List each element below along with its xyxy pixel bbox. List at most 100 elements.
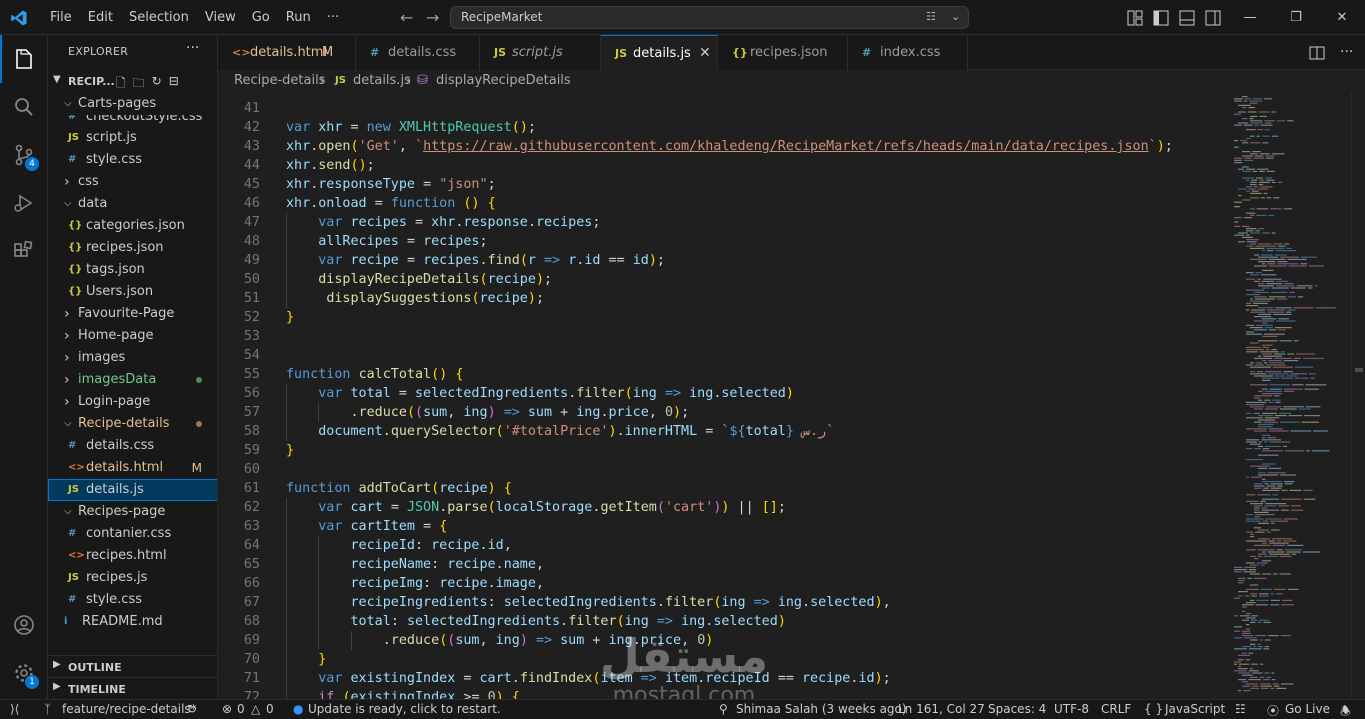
close-tab-icon[interactable]: ✕ <box>699 36 711 71</box>
tree-file[interactable]: # details.css <box>48 435 217 457</box>
code-line[interactable]: 50 displayRecipeDetails(recipe); <box>218 270 1228 289</box>
minimize-button[interactable]: — <box>1227 0 1273 35</box>
tab-recipes-json[interactable]: {} recipes.json <box>718 35 848 70</box>
tree-file[interactable]: {} tags.json <box>48 259 217 281</box>
toggle-panel-icon[interactable] <box>1179 10 1195 26</box>
menu-item-go[interactable]: Go <box>244 0 278 35</box>
tab-details-js[interactable]: JS details.js ✕ <box>601 35 718 71</box>
tab-details-css[interactable]: # details.css <box>356 35 480 70</box>
tree-folder[interactable]: ⌵ Carts-pages <box>48 93 217 115</box>
run-debug-icon[interactable] <box>0 179 48 227</box>
code-line[interactable]: 58 document.querySelector('#totalPrice')… <box>218 422 1228 441</box>
back-arrow-icon[interactable]: ← <box>400 0 413 35</box>
source-control-icon[interactable]: 4 <box>0 131 48 179</box>
split-editor-icon[interactable] <box>1309 45 1325 61</box>
manage-gear-icon[interactable]: 1 <box>0 649 48 697</box>
menu-item-selection[interactable]: Selection <box>121 0 197 35</box>
tree-file[interactable]: i README.md <box>48 611 217 633</box>
extensions-icon[interactable] <box>0 227 48 275</box>
copilot-icon[interactable]: ☷ <box>926 10 936 23</box>
code-line[interactable]: 43 xhr.open('Get', `https://raw.githubuse… <box>218 137 1228 156</box>
tree-folder[interactable]: › Favourite-Page <box>48 303 217 325</box>
menu-item-file[interactable]: File <box>42 0 80 35</box>
more-actions-icon[interactable]: ··· <box>186 40 199 56</box>
code-line[interactable]: 45 xhr.responseType = "json"; <box>218 175 1228 194</box>
code-line[interactable]: 61 function addToCart(recipe) { <box>218 479 1228 498</box>
tree-folder[interactable]: › css <box>48 171 217 193</box>
code-line[interactable]: 41 <box>218 99 1228 118</box>
code-line[interactable]: 52} <box>218 308 1228 327</box>
update-message[interactable]: Update is ready, click to restart. <box>308 702 501 716</box>
refresh-icon[interactable]: ↻ <box>152 74 162 95</box>
tree-file[interactable]: JS script.js <box>48 127 217 149</box>
tree-file[interactable]: # contanier.css <box>48 523 217 545</box>
close-window-button[interactable]: ✕ <box>1319 0 1365 35</box>
timeline-section[interactable]: ▶ TIMELINE <box>48 677 217 699</box>
notifications-bell-icon[interactable]: 🕭 <box>1340 702 1351 719</box>
toggle-sidebar-icon[interactable] <box>1153 10 1169 26</box>
tree-file[interactable]: # style.css <box>48 149 217 171</box>
workspace-section-header[interactable]: ▼ RECIP... 🗋 🗀 ↻ ⊟ <box>48 71 217 95</box>
new-folder-icon[interactable]: 🗀 <box>133 74 145 95</box>
menu-item-view[interactable]: View <box>197 0 244 35</box>
code-line[interactable]: 44 xhr.send(); <box>218 156 1228 175</box>
code-line[interactable]: 49 var recipe = recipes.find(r => r.id =… <box>218 251 1228 270</box>
new-file-icon[interactable]: 🗋 <box>116 74 126 95</box>
sync-icon[interactable]: ↻ <box>187 702 197 716</box>
tree-folder[interactable]: ⌵ Recipes-page <box>48 501 217 523</box>
code-line[interactable]: 57 .reduce((sum, ing) => sum + ing.price… <box>218 403 1228 422</box>
warning-count[interactable]: 0 <box>266 702 274 716</box>
forward-arrow-icon[interactable]: → <box>426 0 439 35</box>
code-line[interactable]: 53 <box>218 327 1228 346</box>
breadcrumb-file[interactable]: details.js <box>353 73 411 88</box>
tree-file[interactable]: JS details.js <box>48 479 217 501</box>
code-line[interactable]: 60 <box>218 460 1228 479</box>
remote-icon[interactable]: ⟩⟨ <box>10 702 19 716</box>
tab-index-css[interactable]: # index.css <box>848 35 968 70</box>
menu-item-run[interactable]: Run <box>278 0 319 35</box>
vertical-scrollbar[interactable] <box>1351 92 1365 699</box>
code-line[interactable]: 54 <box>218 346 1228 365</box>
accounts-icon[interactable] <box>0 601 48 649</box>
tree-folder[interactable]: ⌵ Recipe-details <box>48 413 217 435</box>
menu-item-edit[interactable]: Edit <box>80 0 121 35</box>
tab-script-js[interactable]: JS script.js <box>480 35 601 70</box>
scrollbar-thumb[interactable] <box>1355 368 1363 372</box>
breadcrumb-symbol[interactable]: displayRecipeDetails <box>436 73 571 88</box>
code-line[interactable]: 55 function calcTotal() { <box>218 365 1228 384</box>
code-line[interactable]: 47 var recipes = xhr.response.recipes; <box>218 213 1228 232</box>
tree-file[interactable]: {} Users.json <box>48 281 217 303</box>
tree-file[interactable]: <> recipes.html <box>48 545 217 567</box>
cursor-position[interactable]: Ln 161, Col 27 <box>898 702 985 716</box>
code-editor[interactable]: 41 42 var xhr = new XMLHttpRequest(); 43 xhr… <box>218 92 1365 699</box>
tree-file[interactable]: {} recipes.json <box>48 237 217 259</box>
code-line[interactable]: 65 recipeName: recipe.name, <box>218 555 1228 574</box>
tree-folder[interactable]: › images <box>48 347 217 369</box>
more-actions-icon[interactable]: ··· <box>1340 35 1353 70</box>
explorer-icon[interactable] <box>0 35 48 83</box>
minimap[interactable] <box>1228 92 1350 699</box>
copilot-icon[interactable]: ☷ <box>1235 702 1246 716</box>
code-line[interactable]: 42 var xhr = new XMLHttpRequest(); <box>218 118 1228 137</box>
breadcrumb-folder[interactable]: Recipe-details <box>234 73 325 88</box>
tree-folder[interactable]: › Login-page <box>48 391 217 413</box>
encoding[interactable]: UTF-8 <box>1054 702 1089 716</box>
end-of-line[interactable]: CRLF <box>1101 702 1131 716</box>
language-mode[interactable]: JavaScript <box>1165 702 1225 716</box>
code-line[interactable]: 67 recipeIngredients: selectedIngredient… <box>218 593 1228 612</box>
tree-folder[interactable]: ⌵ data <box>48 193 217 215</box>
menu-item-more[interactable]: ··· <box>319 0 347 35</box>
code-line[interactable]: 62 var cart = JSON.parse(localStorage.ge… <box>218 498 1228 517</box>
command-center-search[interactable]: RecipeMarket ☷ ⌄ <box>450 6 969 29</box>
tree-folder[interactable]: › Home-page <box>48 325 217 347</box>
code-line[interactable]: 56 var total = selectedIngredients.filte… <box>218 384 1228 403</box>
branch-name[interactable]: feature/recipe-details* <box>62 702 197 716</box>
code-line[interactable]: 59} <box>218 441 1228 460</box>
code-line[interactable]: 46 xhr.onload = function () { <box>218 194 1228 213</box>
chevron-down-icon[interactable]: ⌄ <box>951 10 960 23</box>
customize-layout-icon[interactable] <box>1127 10 1143 26</box>
search-icon[interactable] <box>0 83 48 131</box>
tree-file[interactable]: JS recipes.js <box>48 567 217 589</box>
code-line[interactable]: 51 displaySuggestions(recipe); <box>218 289 1228 308</box>
tab-details-html[interactable]: <> details.html M <box>218 35 356 70</box>
